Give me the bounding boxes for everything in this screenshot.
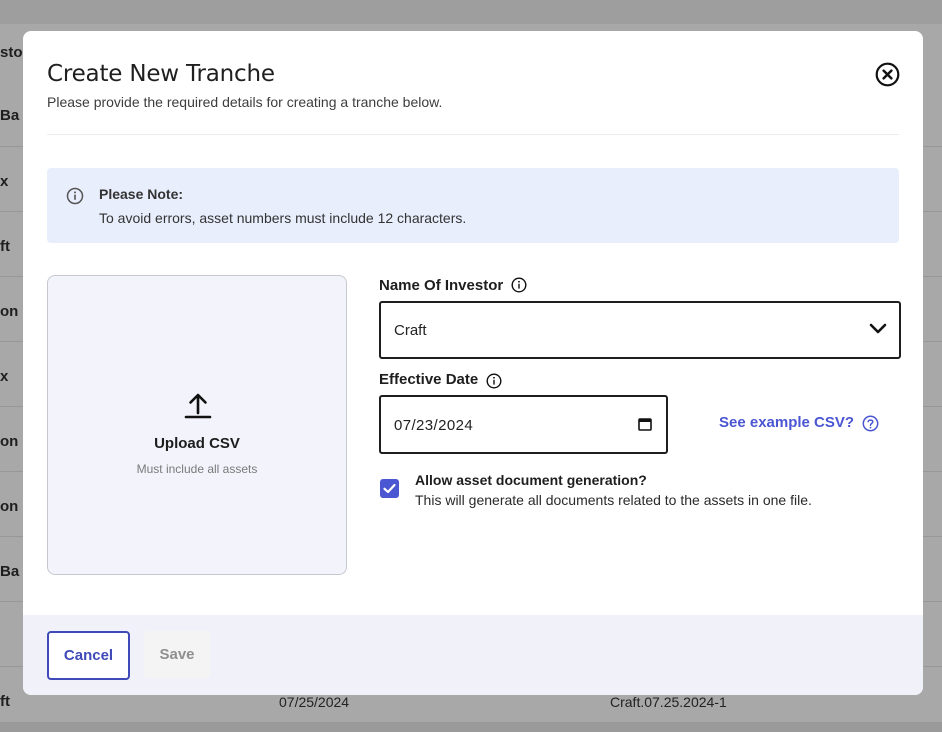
effective-date-value: 07/23/2024 [394, 417, 474, 434]
upload-icon [184, 393, 212, 419]
row-tranche-name: Craft.07.25.2024-1 [610, 694, 727, 710]
investor-selected-value: Craft [394, 322, 427, 339]
allow-generation-checkbox[interactable] [380, 479, 399, 498]
info-icon [66, 187, 84, 205]
close-circle-icon [875, 62, 900, 87]
help-icon[interactable] [862, 415, 879, 432]
row-date: 07/25/2024 [279, 694, 350, 710]
note-banner: Please Note: To avoid errors, asset numb… [47, 168, 899, 243]
chevron-down-icon [869, 323, 887, 334]
investor-select[interactable]: Craft [379, 301, 901, 359]
modal-footer: Cancel Save [23, 615, 923, 695]
note-title: Please Note: [99, 186, 184, 202]
checkmark-icon [383, 483, 396, 494]
save-button[interactable]: Save [144, 631, 210, 678]
upload-csv-dropzone[interactable]: Upload CSV Must include all assets [47, 275, 347, 575]
note-text: To avoid errors, asset numbers must incl… [99, 210, 467, 226]
background-header-fragment: sto [0, 44, 23, 61]
create-tranche-modal: Create New Tranche Please provide the re… [23, 31, 923, 695]
upload-title: Upload CSV [154, 435, 240, 452]
modal-title: Create New Tranche [47, 61, 275, 87]
see-example-csv-link[interactable]: See example CSV? [719, 414, 854, 431]
effective-date-input[interactable]: 07/23/2024 [379, 395, 668, 454]
upload-subtitle: Must include all assets [136, 462, 258, 476]
modal-subtitle: Please provide the required details for … [47, 94, 443, 110]
effective-date-info-icon[interactable] [486, 373, 502, 389]
calendar-icon[interactable] [638, 417, 652, 431]
investor-label: Name Of Investor [379, 277, 504, 294]
allow-generation-description: This will generate all documents related… [415, 492, 812, 508]
investor-info-icon[interactable] [511, 277, 527, 293]
close-button[interactable] [875, 62, 900, 87]
effective-date-label: Effective Date [379, 371, 479, 388]
allow-generation-title: Allow asset document generation? [415, 472, 647, 488]
cancel-button[interactable]: Cancel [47, 631, 130, 680]
background-table-header [0, 0, 942, 24]
header-divider [47, 134, 899, 135]
